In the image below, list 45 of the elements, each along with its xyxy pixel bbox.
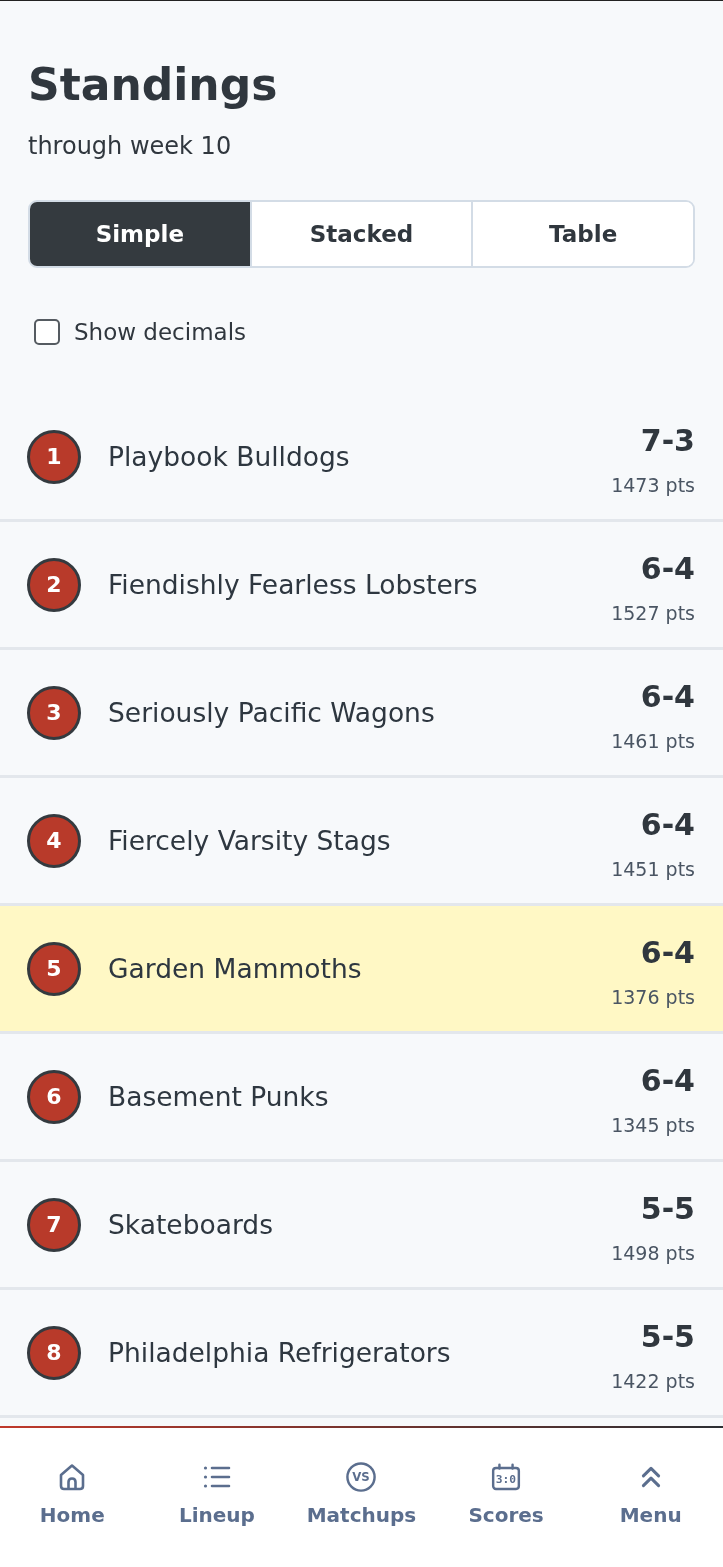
team-points: 1527 pts — [611, 600, 695, 626]
nav-button[interactable]: Home — [0, 1428, 145, 1567]
rank-badge: 2 — [27, 557, 81, 612]
rank-badge: 8 — [27, 1325, 81, 1380]
team-record: 7-3 — [640, 423, 695, 458]
rank-badge: 4 — [27, 813, 81, 868]
team-record: 6-4 — [640, 551, 695, 586]
nav-button[interactable]: Menu — [578, 1428, 723, 1567]
team-record: 6-4 — [640, 679, 695, 714]
versus-icon: VS — [346, 1462, 377, 1492]
team-record: 6-4 — [640, 807, 695, 842]
team-name: Fiendishly Fearless Lobsters — [108, 569, 479, 600]
team-points: 1461 pts — [611, 728, 695, 754]
team-name: Seriously Pacific Wagons — [108, 697, 436, 728]
view-tab[interactable]: Simple — [30, 202, 250, 266]
team-name: Playbook Bulldogs — [108, 441, 351, 472]
team-points: 1451 pts — [611, 856, 695, 882]
standings-row[interactable]: 5 Garden Mammoths 6-4 1376 pts — [0, 906, 723, 1034]
rank-badge: 6 — [27, 1069, 81, 1124]
team-points: 1422 pts — [611, 1368, 695, 1394]
team-name: Garden Mammoths — [108, 953, 363, 984]
rank-badge: 1 — [27, 429, 81, 484]
team-name: Skateboards — [108, 1209, 274, 1240]
team-points: 1473 pts — [611, 472, 695, 498]
team-points: 1345 pts — [611, 1112, 695, 1138]
team-points: 1376 pts — [611, 984, 695, 1010]
team-record: 5-5 — [640, 1191, 695, 1226]
rank-badge: 5 — [27, 941, 81, 996]
rank-badge: 7 — [27, 1197, 81, 1252]
page-subtitle: through week 10 — [28, 131, 233, 161]
page-title: Standings — [28, 58, 279, 112]
nav-button[interactable]: VS Matchups — [289, 1428, 434, 1567]
team-points: 1498 pts — [611, 1240, 695, 1266]
rank-badge: 3 — [27, 685, 81, 740]
nav-button[interactable]: 3:0 Scores — [433, 1428, 579, 1567]
checkbox-label[interactable]: Show decimals — [74, 317, 247, 347]
view-tab[interactable]: Table — [471, 202, 693, 266]
nav-button[interactable]: Lineup — [144, 1428, 290, 1567]
team-record: 5-5 — [640, 1319, 695, 1354]
team-name: Basement Punks — [108, 1081, 330, 1112]
team-record: 6-4 — [640, 1063, 695, 1098]
checkbox[interactable] — [34, 319, 60, 345]
team-name: Fiercely Varsity Stags — [108, 825, 392, 856]
team-record: 6-4 — [640, 935, 695, 970]
team-name: Philadelphia Refrigerators — [108, 1337, 452, 1368]
